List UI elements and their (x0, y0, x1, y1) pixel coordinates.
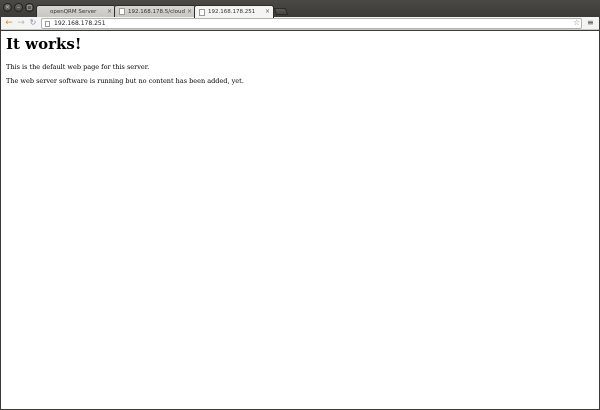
address-url[interactable]: 192.168.178.251 (54, 20, 106, 27)
back-arrow-icon[interactable]: ← (4, 18, 14, 28)
bookmark-star-icon[interactable]: ☆ (573, 18, 581, 28)
tab-label: 192.168.178.251 (208, 9, 256, 15)
tab-close-icon[interactable]: × (265, 9, 270, 15)
forward-arrow-icon[interactable]: → (16, 18, 26, 28)
browser-toolbar: ← → ↻ 192.168.178.251 ☆ ≡ (1, 17, 599, 30)
page-paragraph: The web server software is running but n… (6, 77, 244, 85)
menu-icon[interactable]: ≡ (587, 19, 595, 27)
tab-strip: × – □ openQRM Server × 192.168.178.5/clo… (0, 0, 600, 18)
tab-label: openQRM Server (50, 8, 97, 15)
tab-label: 192.168.178.5/cloud-portal (128, 8, 185, 15)
address-bar[interactable]: 192.168.178.251 (41, 18, 582, 29)
page-content: It works! This is the default web page f… (1, 31, 599, 409)
window-close-icon[interactable]: × (3, 3, 12, 12)
page-icon (45, 20, 50, 27)
tab-close-icon[interactable]: × (107, 8, 112, 15)
window-maximize-icon[interactable]: □ (25, 3, 34, 12)
tab-openqrm-server[interactable]: openQRM Server × (36, 5, 116, 17)
new-tab-button[interactable] (273, 8, 289, 15)
page-favicon-icon (199, 8, 205, 16)
tab-cloud-portal[interactable]: 192.168.178.5/cloud-portal × (114, 5, 196, 17)
page-heading: It works! (6, 35, 82, 53)
page-paragraph: This is the default web page for this se… (6, 63, 150, 71)
reload-icon[interactable]: ↻ (28, 18, 38, 28)
tab-active-server[interactable]: 192.168.178.251 × (194, 5, 274, 18)
window-minimize-icon[interactable]: – (14, 3, 23, 12)
page-favicon-icon (119, 8, 125, 15)
tab-close-icon[interactable]: × (187, 8, 192, 15)
blank-favicon-icon (41, 8, 47, 15)
